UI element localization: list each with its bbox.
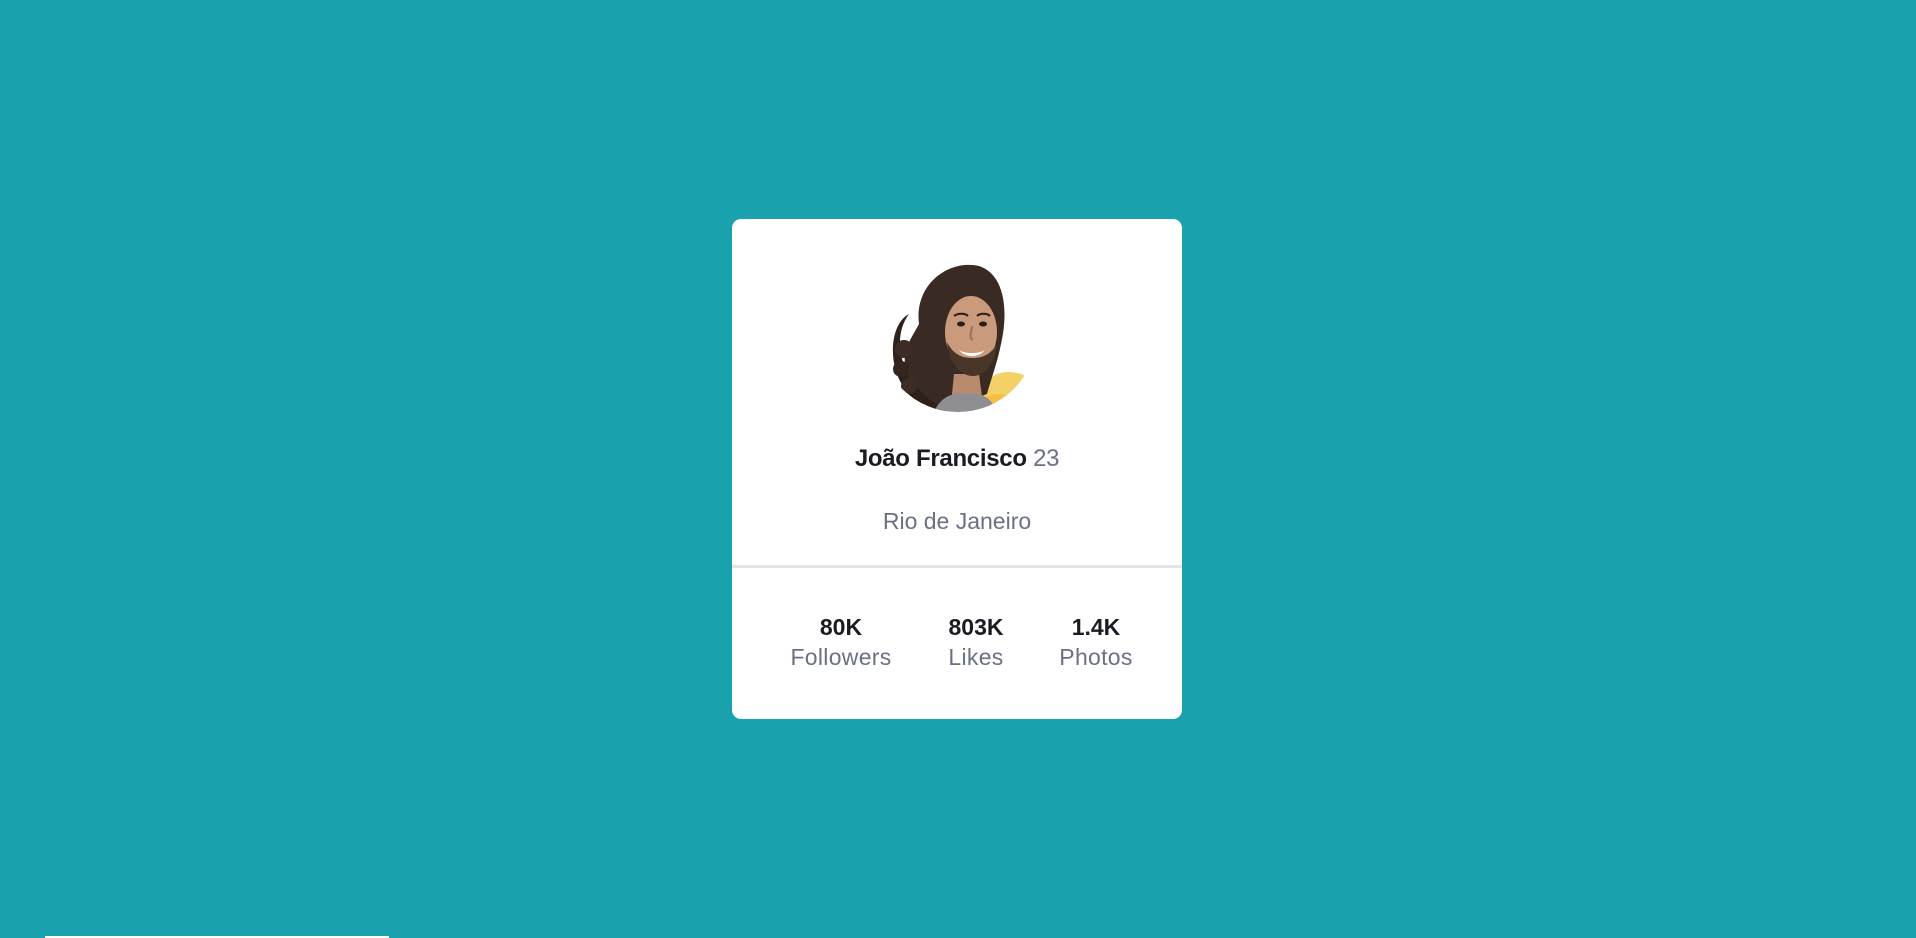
profile-age: 23: [1033, 445, 1060, 472]
stat-followers: 80K Followers: [771, 612, 911, 672]
stat-label: Photos: [1059, 644, 1133, 670]
stat-label: Likes: [948, 644, 1004, 670]
avatar-photo: [879, 254, 1037, 412]
stat-value: 1.4K: [1071, 614, 1121, 640]
stat-label: Followers: [790, 644, 892, 670]
profile-stats: 80K Followers 803K Likes 1.4K Photos: [732, 568, 1182, 672]
profile-card-header: João Francisco 23 Rio de Janeiro: [732, 219, 1182, 568]
stat-likes: 803K Likes: [911, 612, 1041, 672]
stat-value: 80K: [819, 614, 863, 640]
profile-name: João Francisco: [854, 445, 1027, 472]
profile-location: Rio de Janeiro: [882, 508, 1032, 534]
stat-photos: 1.4K Photos: [1041, 612, 1151, 672]
avatar: [879, 254, 1037, 412]
profile-name-line: João Francisco 23: [732, 444, 1182, 474]
stat-value: 803K: [948, 614, 1004, 640]
profile-card: João Francisco 23 Rio de Janeiro 80K Fol…: [732, 219, 1182, 719]
